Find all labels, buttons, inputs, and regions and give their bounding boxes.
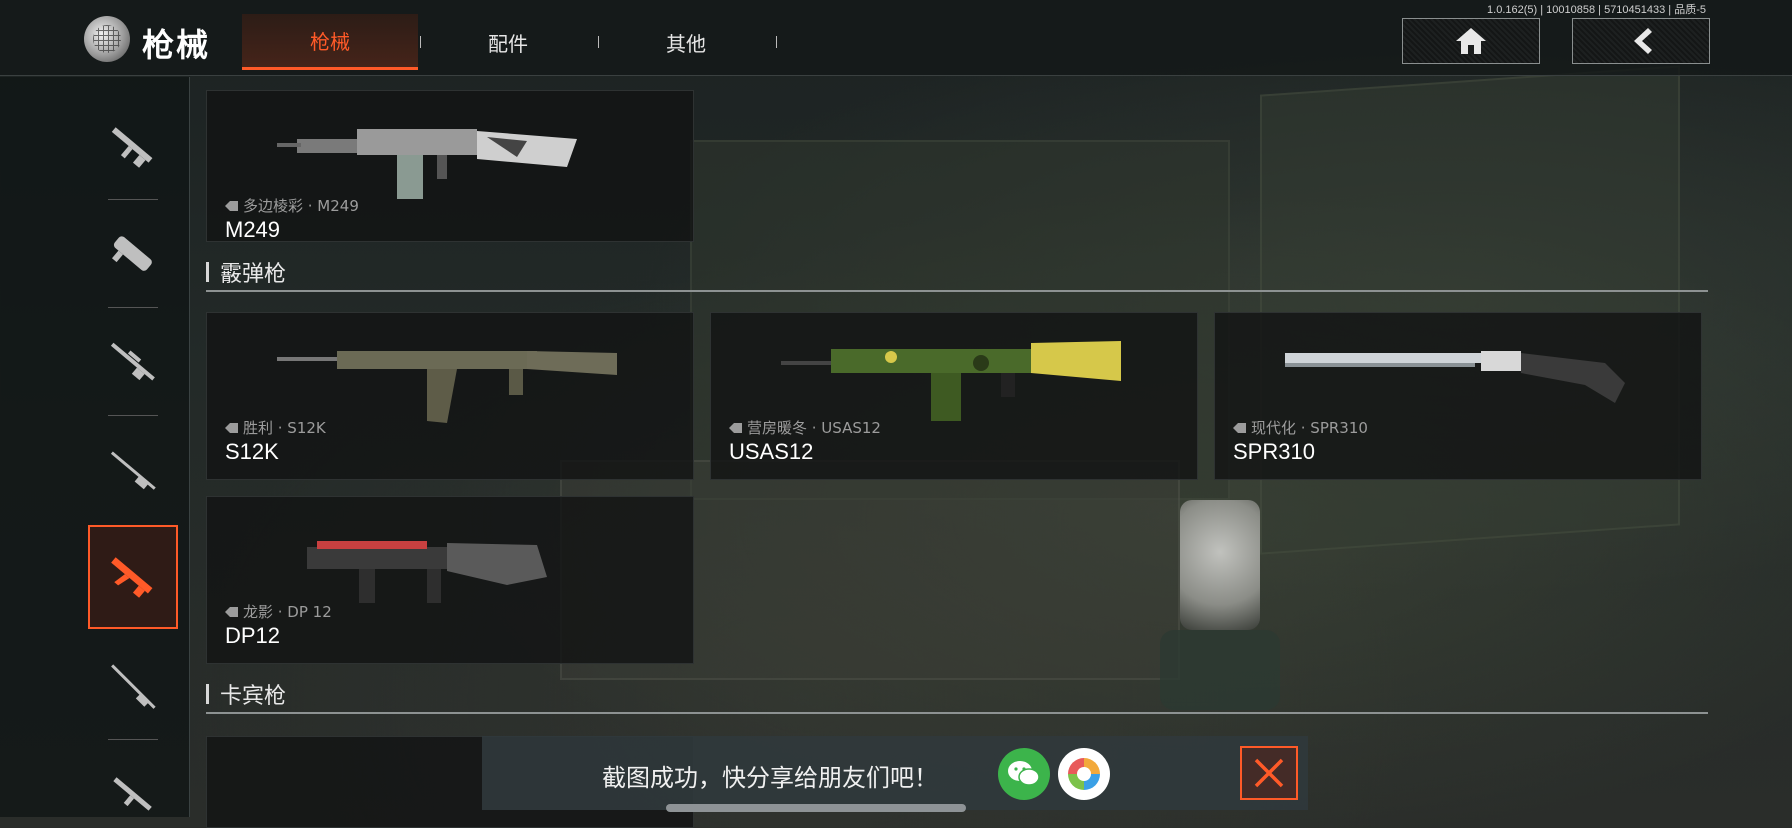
tag-icon bbox=[729, 422, 742, 433]
skin-text: 龙影 · DP 12 bbox=[243, 603, 332, 621]
chevron-left-icon bbox=[1634, 28, 1652, 54]
weapon-card-dp12[interactable]: 龙影 · DP 12 DP12 bbox=[206, 496, 694, 664]
tag-icon bbox=[1233, 422, 1246, 433]
rifle-icon bbox=[111, 557, 153, 598]
sidebar-item-smg[interactable] bbox=[88, 203, 178, 307]
weapon-name: M249 bbox=[225, 217, 281, 242]
tab-attachments[interactable]: 配件 bbox=[420, 14, 596, 70]
weapon-card-s12k[interactable]: 胜利 · S12K S12K bbox=[206, 312, 694, 480]
weapon-name: DP12 bbox=[225, 623, 281, 648]
section-title: 卡宾枪 bbox=[220, 684, 287, 709]
tab-other[interactable]: 其他 bbox=[598, 14, 774, 70]
share-moments-button[interactable] bbox=[1058, 748, 1110, 800]
toast-close-button[interactable] bbox=[1240, 746, 1298, 800]
section-title: 霰弹枪 bbox=[220, 262, 287, 287]
sidebar-divider bbox=[108, 307, 158, 308]
version-info: 1.0.162(5) | 10010858 | 5710451433 | 品质-… bbox=[1487, 4, 1706, 16]
skin-label: 龙影 · DP 12 bbox=[225, 601, 332, 622]
wechat-icon bbox=[1008, 761, 1040, 786]
home-button[interactable] bbox=[1402, 18, 1540, 64]
share-wechat-button[interactable] bbox=[998, 748, 1050, 800]
home-icon bbox=[1456, 28, 1486, 54]
sidebar-item-carbine[interactable] bbox=[88, 743, 178, 828]
sniper-icon bbox=[110, 342, 155, 381]
moments-icon bbox=[1068, 758, 1100, 790]
sidebar-divider bbox=[108, 199, 158, 200]
tag-icon bbox=[225, 606, 238, 617]
smg-icon bbox=[111, 236, 152, 271]
assault-rifle-icon bbox=[111, 127, 153, 168]
sidebar-item-sniper[interactable] bbox=[88, 311, 178, 415]
back-button[interactable] bbox=[1572, 18, 1710, 64]
sidebar-item-marksman[interactable] bbox=[88, 419, 178, 523]
sidebar-divider bbox=[108, 415, 158, 416]
section-header-shotgun: 霰弹枪 bbox=[206, 256, 1708, 292]
weapon-card-usas12[interactable]: 营房暖冬 · USAS12 USAS12 bbox=[710, 312, 1198, 480]
tab-weapons[interactable]: 枪械 bbox=[242, 14, 418, 70]
marksman-rifle-icon bbox=[110, 451, 156, 490]
sidebar-item-rifle-selected[interactable] bbox=[88, 525, 178, 629]
top-bar: 1.0.162(5) | 10010858 | 5710451433 | 品质-… bbox=[0, 0, 1792, 76]
skin-text: 营房暖冬 · USAS12 bbox=[747, 419, 881, 437]
background-lantern bbox=[1180, 500, 1260, 630]
tab-divider bbox=[776, 36, 777, 48]
tag-icon bbox=[225, 200, 238, 211]
section-header-carbine: 卡宾枪 bbox=[206, 678, 1708, 714]
skin-text: 多边棱彩 · M249 bbox=[243, 197, 359, 215]
close-icon bbox=[1254, 758, 1284, 788]
weapon-name: USAS12 bbox=[729, 439, 814, 464]
skin-label: 胜利 · S12K bbox=[225, 417, 326, 438]
background-crate bbox=[1260, 65, 1680, 555]
weapon-category-sidebar bbox=[0, 77, 190, 817]
carbine-icon bbox=[113, 777, 152, 811]
weapon-name: S12K bbox=[225, 439, 279, 464]
page-title: 枪械 bbox=[142, 26, 211, 64]
sidebar-item-assault-rifle[interactable] bbox=[88, 95, 178, 199]
screenshot-share-toast: 截图成功，快分享给朋友们吧！ bbox=[482, 736, 1308, 810]
globe-logo-icon bbox=[84, 16, 130, 62]
tag-icon bbox=[225, 422, 238, 433]
sidebar-divider bbox=[108, 739, 158, 740]
weapon-card-m249[interactable]: 多边棱彩 · M249 M249 bbox=[206, 90, 694, 242]
skin-label: 营房暖冬 · USAS12 bbox=[729, 417, 881, 438]
long-rifle-icon bbox=[111, 664, 156, 709]
skin-text: 胜利 · S12K bbox=[243, 419, 326, 437]
home-indicator[interactable] bbox=[666, 804, 966, 812]
sidebar-item-long-rifle[interactable] bbox=[88, 635, 178, 739]
toast-message: 截图成功，快分享给朋友们吧！ bbox=[602, 764, 938, 792]
s12k-image bbox=[277, 351, 617, 423]
weapon-card-spr310[interactable]: 现代化 · SPR310 SPR310 bbox=[1214, 312, 1702, 480]
skin-text: 现代化 · SPR310 bbox=[1251, 419, 1368, 437]
skin-label: 现代化 · SPR310 bbox=[1233, 417, 1368, 438]
weapon-name: SPR310 bbox=[1233, 439, 1315, 464]
skin-label: 多边棱彩 · M249 bbox=[225, 195, 359, 216]
